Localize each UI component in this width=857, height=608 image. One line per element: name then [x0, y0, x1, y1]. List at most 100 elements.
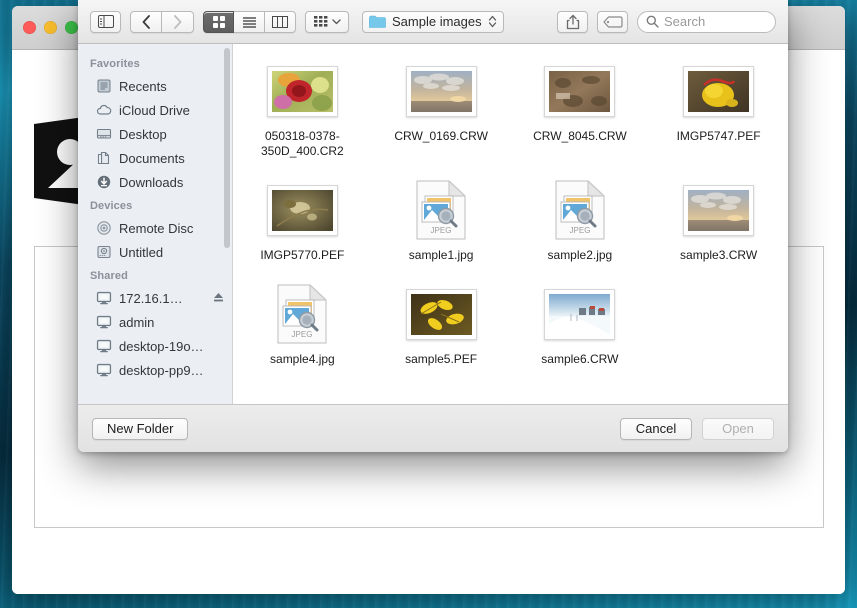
computer-icon	[96, 314, 112, 330]
sidebar-group-title: Devices	[90, 200, 133, 212]
file-item[interactable]: sample5.PEF	[372, 281, 511, 369]
arrange-button[interactable]	[305, 10, 349, 33]
sidebar-item-desktop[interactable]: Desktop	[78, 122, 232, 146]
sidebar-item-label: iCloud Drive	[119, 102, 190, 118]
file-name-label: IMGP5770.PEF	[260, 248, 345, 262]
file-name-label: CRW_0169.CRW	[394, 129, 488, 143]
dialog-toolbar: Sample images Search	[78, 0, 788, 44]
computer-icon	[96, 362, 112, 378]
disc-icon	[96, 220, 112, 236]
navigation-buttons	[130, 10, 194, 33]
file-item[interactable]: JPEG sample1.jpg	[372, 177, 511, 265]
sidebar-group-title: Shared	[90, 270, 128, 282]
sidebar-group-title: Favorites	[90, 58, 140, 70]
file-item[interactable]: sample6.CRW	[511, 281, 650, 369]
sidebar-item-label: desktop-pp9…	[119, 362, 204, 378]
file-name-label: sample4.jpg	[270, 352, 335, 366]
sidebar-item-admin[interactable]: admin	[78, 310, 232, 334]
harddisk-icon	[96, 244, 112, 260]
search-icon	[646, 15, 659, 28]
file-item[interactable]: sample3.CRW	[649, 177, 788, 265]
photo-thumbnail	[266, 179, 338, 241]
close-button[interactable]	[23, 21, 36, 34]
thumbnail-frame	[544, 288, 616, 340]
list-view-button[interactable]	[234, 10, 265, 33]
sidebar-item-label: Remote Disc	[119, 220, 194, 236]
eject-icon[interactable]	[213, 291, 224, 306]
sidebar-item-documents[interactable]: Documents	[78, 146, 232, 170]
sidebar-item-downloads[interactable]: Downloads	[78, 170, 232, 194]
file-item[interactable]: IMGP5747.PEF	[649, 58, 788, 161]
thumbnail-frame	[266, 184, 338, 236]
file-item[interactable]: JPEG sample4.jpg	[233, 281, 372, 369]
photo-thumbnail	[544, 283, 616, 345]
new-folder-button[interactable]: New Folder	[92, 417, 189, 440]
sidebar-item-untitled[interactable]: Untitled	[78, 240, 232, 264]
path-popup-label: Sample images	[392, 14, 482, 29]
sidebar-item-172-16-1[interactable]: 172.16.1…	[78, 286, 232, 310]
sidebar-item-label: admin	[119, 314, 155, 330]
search-input[interactable]: Search	[637, 10, 776, 33]
photo-thumbnail	[683, 60, 755, 122]
sidebar-item-label: 172.16.1…	[119, 290, 183, 306]
sidebar-item-label: Desktop	[119, 126, 167, 142]
folder-icon	[369, 15, 386, 28]
photo-thumbnail	[683, 179, 755, 241]
sidebar-item-desktop-19o[interactable]: desktop-19o…	[78, 334, 232, 358]
icon-view-button[interactable]	[203, 10, 234, 33]
thumbnail-frame	[683, 65, 755, 117]
file-grid: 050318-0378-350D_400.CR2 CRW_0169.CRW CR…	[233, 58, 788, 369]
photo-thumbnail	[266, 60, 338, 122]
sidebar-item-recents[interactable]: Recents	[78, 74, 232, 98]
file-name-label: sample6.CRW	[541, 352, 619, 366]
file-item[interactable]: JPEG sample2.jpg	[511, 177, 650, 265]
thumbnail-frame	[405, 288, 477, 340]
back-button[interactable]	[130, 10, 162, 33]
sidebar-item-label: Untitled	[119, 244, 164, 260]
sidebar-item-desktop-pp9[interactable]: desktop-pp9…	[78, 358, 232, 382]
svg-text:JPEG: JPEG	[292, 330, 313, 339]
photo-thumbnail	[405, 60, 477, 122]
jpeg-document-icon: JPEG	[415, 179, 467, 241]
file-name-label: 050318-0378-350D_400.CR2	[261, 129, 344, 158]
thumbnail-frame	[266, 65, 338, 117]
icloud-icon	[96, 102, 112, 118]
jpeg-document-icon: JPEG	[554, 179, 606, 241]
sidebar[interactable]: Favorites Recents iCloud Drive Desktop Docum…	[78, 44, 233, 404]
cancel-button[interactable]: Cancel	[620, 417, 692, 440]
minimize-button[interactable]	[44, 21, 57, 34]
file-browser-area[interactable]: 050318-0378-350D_400.CR2 CRW_0169.CRW CR…	[233, 44, 788, 404]
share-icon[interactable]	[557, 10, 588, 33]
file-item[interactable]: 050318-0378-350D_400.CR2	[233, 58, 372, 161]
updown-stepper-icon	[488, 15, 496, 28]
zoom-button[interactable]	[65, 21, 78, 34]
sidebar-toggle-icon[interactable]	[90, 10, 121, 33]
search-placeholder: Search	[664, 14, 706, 29]
file-item[interactable]: IMGP5770.PEF	[233, 177, 372, 265]
sidebar-item-label: desktop-19o…	[119, 338, 204, 354]
sidebar-item-label: Recents	[119, 78, 167, 94]
sidebar-scrollbar[interactable]	[224, 48, 230, 248]
path-popup-button[interactable]: Sample images	[362, 10, 504, 33]
tag-icon[interactable]	[597, 10, 628, 33]
file-item[interactable]: CRW_8045.CRW	[511, 58, 650, 161]
documents-icon	[96, 150, 112, 166]
column-view-button[interactable]	[265, 10, 296, 33]
open-button[interactable]: Open	[702, 417, 774, 440]
svg-text:JPEG: JPEG	[431, 226, 452, 235]
file-item[interactable]: CRW_0169.CRW	[372, 58, 511, 161]
chevron-down-icon	[331, 18, 341, 24]
sidebar-item-icloud-drive[interactable]: iCloud Drive	[78, 98, 232, 122]
window-traffic-lights	[23, 21, 78, 34]
forward-button[interactable]	[162, 10, 194, 33]
open-file-dialog: Sample images Search Favorites Recents i…	[78, 0, 788, 452]
photo-thumbnail	[544, 60, 616, 122]
computer-icon	[96, 338, 112, 354]
dialog-body: Favorites Recents iCloud Drive Desktop Docum…	[78, 44, 788, 404]
file-name-label: sample3.CRW	[680, 248, 758, 262]
photo-thumbnail	[405, 283, 477, 345]
sidebar-item-remote-disc[interactable]: Remote Disc	[78, 216, 232, 240]
desktop-icon	[96, 126, 112, 142]
sidebar-item-label: Downloads	[119, 174, 184, 190]
file-name-label: sample2.jpg	[547, 248, 613, 262]
